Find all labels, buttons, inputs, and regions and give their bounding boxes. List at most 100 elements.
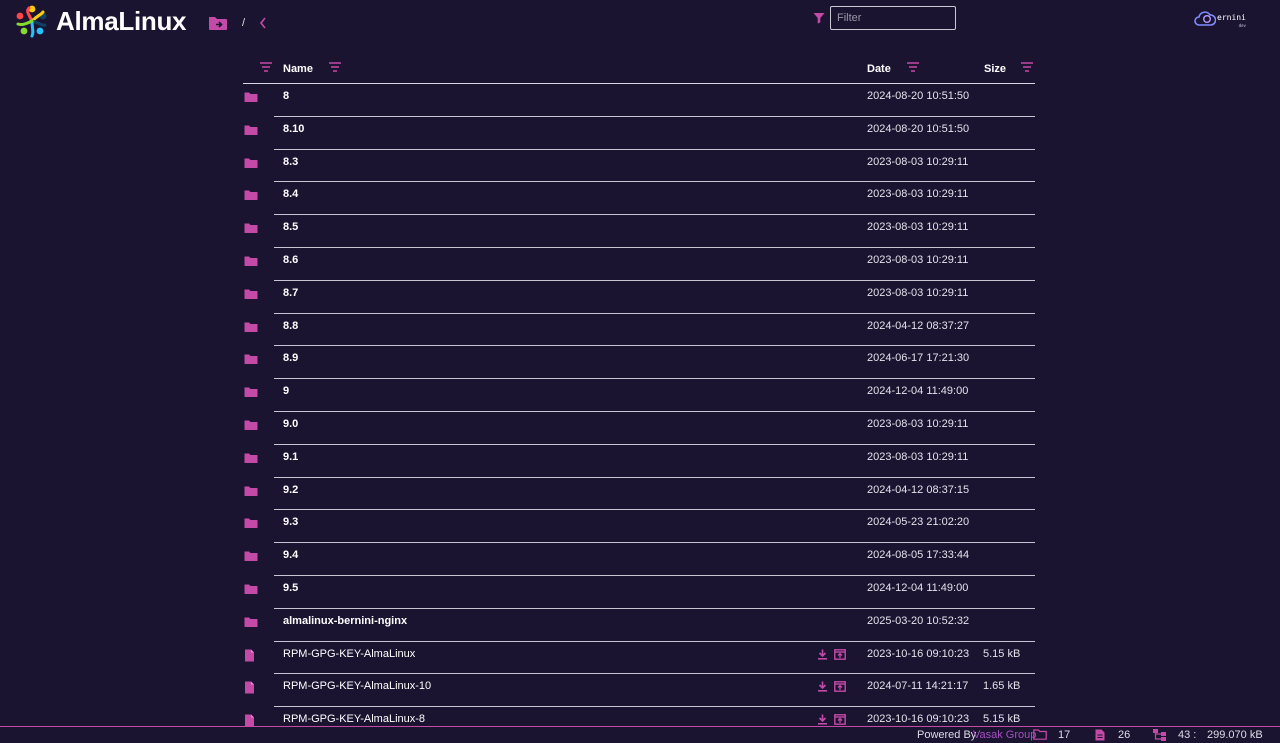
folder-name-link[interactable]: 8.7: [283, 287, 298, 299]
row-date: 2023-08-03 10:29:11: [867, 188, 969, 201]
table-row[interactable]: 8.5 2023-08-03 10:29:11: [243, 215, 1035, 248]
table-header: Name Date Size: [243, 53, 1035, 84]
row-date: 2024-04-12 08:37:15: [867, 483, 970, 496]
column-header-name[interactable]: Name: [283, 63, 313, 75]
table-row[interactable]: 9.0 2023-08-03 10:29:11: [243, 412, 1035, 445]
folder-icon: [244, 485, 258, 500]
total-size: 299.070 kB: [1207, 729, 1263, 741]
table-row[interactable]: RPM-GPG-KEY-AlmaLinux-10 2024-07-11 14:21…: [243, 674, 1035, 708]
filter-icon: [813, 12, 825, 27]
bernini-logo[interactable]: ernini dev: [1194, 10, 1246, 28]
folder-name-link[interactable]: 8.5: [283, 221, 298, 233]
sponsor-text: ernini: [1217, 12, 1246, 22]
row-size: 5.15 kB: [983, 647, 1021, 660]
folder-icon: [244, 288, 258, 303]
row-date: 2024-04-12 08:37:27: [867, 319, 970, 332]
table-row[interactable]: 9 2024-12-04 11:49:00: [243, 379, 1035, 412]
folder-count: 17: [1058, 729, 1071, 741]
row-size: 1.65 kB: [983, 680, 1021, 693]
row-date: 2024-08-20 10:51:50: [867, 122, 970, 135]
folder-icon: [244, 222, 258, 237]
folder-name-link[interactable]: 9.1: [283, 451, 298, 463]
folder-icon: [244, 550, 258, 565]
table-row[interactable]: 8.6 2023-08-03 10:29:11: [243, 248, 1035, 281]
folder-icon: [244, 517, 258, 532]
filter-input[interactable]: [830, 6, 956, 30]
folder-icon: [244, 386, 258, 401]
file-name-link[interactable]: RPM-GPG-KEY-AlmaLinux-8: [283, 713, 425, 725]
folder-icon: [244, 157, 258, 172]
folder-icon: [244, 189, 258, 204]
folder-name-link[interactable]: 8.4: [283, 188, 298, 200]
size-sort-icon[interactable]: [1021, 62, 1033, 75]
almalinux-flower-icon: [16, 5, 47, 38]
open-in-new-icon[interactable]: [834, 648, 846, 663]
row-date: 2024-08-05 17:33:44: [867, 549, 970, 562]
table-row[interactable]: 9.5 2024-12-04 11:49:00: [243, 576, 1035, 609]
table-row[interactable]: RPM-GPG-KEY-AlmaLinux 2023-10-16 09:10:23…: [243, 642, 1035, 675]
table-row[interactable]: almalinux-bernini-nginx 2025-03-20 10:52:…: [243, 609, 1035, 642]
row-date: 2023-10-16 09:10:23: [867, 713, 970, 726]
folder-icon: [244, 419, 258, 434]
folder-icon: [244, 452, 258, 467]
logo-text: AlmaLinux: [56, 5, 187, 36]
footer: Powered By Vasak Group 17 26 43 : 299.07…: [0, 726, 1280, 743]
sponsor-subtext: dev: [1238, 22, 1246, 28]
table-row[interactable]: 8 2024-08-20 10:51:50: [243, 84, 1035, 117]
row-date: 2023-10-16 09:10:23: [867, 647, 970, 660]
table-row[interactable]: 9.2 2024-04-12 08:37:15: [243, 478, 1035, 511]
table-row[interactable]: 9.4 2024-08-05 17:33:44: [243, 543, 1035, 576]
folder-icon: [244, 353, 258, 368]
folder-name-link[interactable]: 9.5: [283, 582, 298, 594]
row-date: 2024-07-11 14:21:17: [867, 680, 969, 693]
folder-icon: [244, 255, 258, 270]
file-name-link[interactable]: RPM-GPG-KEY-AlmaLinux-10: [283, 680, 431, 692]
folder-name-link[interactable]: 9.3: [283, 516, 298, 528]
header: AlmaLinux / ernini: [0, 0, 1280, 46]
folder-name-link[interactable]: 8.3: [283, 156, 298, 168]
file-name-link[interactable]: RPM-GPG-KEY-AlmaLinux: [283, 648, 415, 660]
table-row[interactable]: 8.8 2024-04-12 08:37:27: [243, 314, 1035, 347]
column-header-size[interactable]: Size: [984, 63, 1006, 75]
table-row[interactable]: 8.3 2023-08-03 10:29:11: [243, 150, 1035, 183]
row-date: 2023-08-03 10:29:11: [867, 221, 969, 234]
row-date: 2024-06-17 17:21:30: [867, 352, 970, 365]
table-row[interactable]: 8.9 2024-06-17 17:21:30: [243, 346, 1035, 380]
vasak-group-link[interactable]: Vasak Group: [973, 729, 1036, 741]
open-in-new-icon[interactable]: [834, 681, 846, 695]
folder-name-link[interactable]: 9.4: [283, 549, 298, 561]
table-row[interactable]: 8.7 2023-08-03 10:29:11: [243, 281, 1035, 314]
column-header-date[interactable]: Date: [867, 63, 891, 75]
folder-icon: [244, 124, 258, 139]
file-count: 26: [1118, 729, 1131, 741]
table-row[interactable]: 8.10 2024-08-20 10:51:50: [243, 117, 1035, 150]
folder-name-link[interactable]: 9.0: [283, 418, 298, 430]
folder-name-link[interactable]: 9.2: [283, 484, 298, 496]
folder-name-link[interactable]: almalinux-bernini-nginx: [283, 615, 407, 627]
date-sort-icon[interactable]: [907, 62, 919, 75]
folder-name-link[interactable]: 8.8: [283, 320, 298, 332]
folder-name-link[interactable]: 8.6: [283, 254, 298, 266]
folder-name-link[interactable]: 8.9: [283, 352, 298, 364]
row-size: 5.15 kB: [983, 713, 1021, 726]
download-icon[interactable]: [817, 649, 828, 663]
row-date: 2025-03-20 10:52:32: [867, 614, 970, 627]
row-date: 2023-08-03 10:29:11: [867, 155, 969, 168]
almalinux-logo[interactable]: AlmaLinux: [14, 3, 187, 39]
row-date: 2023-08-03 10:29:11: [867, 417, 969, 430]
table-row[interactable]: 9.1 2023-08-03 10:29:11: [243, 445, 1035, 478]
file-icon: [244, 649, 255, 665]
row-date: 2023-08-03 10:29:11: [867, 286, 969, 299]
name-sort-icon[interactable]: [329, 62, 341, 75]
folder-name-link[interactable]: 8.10: [283, 123, 304, 135]
download-icon[interactable]: [817, 681, 828, 695]
folder-forward-icon[interactable]: [208, 15, 228, 34]
cloud-icon: [1194, 11, 1216, 26]
folder-name-link[interactable]: 8: [283, 90, 289, 102]
table-row[interactable]: 8.4 2023-08-03 10:29:11: [243, 182, 1035, 216]
row-date: 2024-12-04 11:49:00: [867, 385, 969, 398]
folder-name-link[interactable]: 9: [283, 385, 289, 397]
table-row[interactable]: 9.3 2024-05-23 21:02:20: [243, 510, 1035, 544]
sort-icon[interactable]: [260, 62, 272, 75]
back-chevron-icon[interactable]: [258, 16, 268, 33]
